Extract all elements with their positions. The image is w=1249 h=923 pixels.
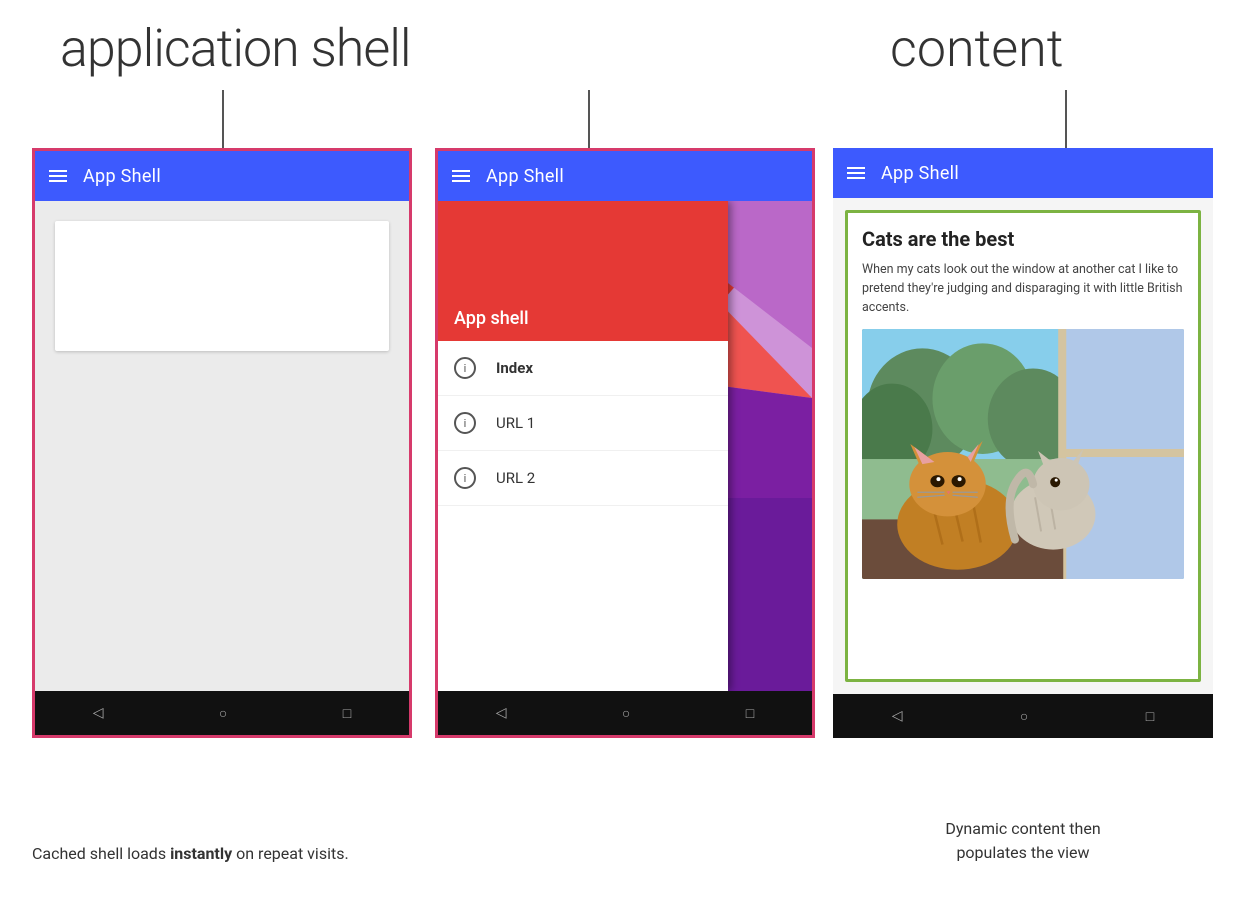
drawer-label-url1: URL 1 — [496, 414, 535, 432]
drawer-items: i Index i URL 1 i URL 2 — [438, 341, 728, 691]
phone3-recent-icon: □ — [1146, 708, 1154, 725]
phone-1: App Shell ◁ ○ □ — [32, 148, 412, 738]
cat-image — [862, 329, 1184, 579]
phone3-hamburger-icon — [847, 167, 865, 179]
recent-icon: □ — [343, 705, 351, 722]
drawer-item-index: i Index — [438, 341, 728, 396]
label-content: content — [890, 18, 1064, 79]
phone1-content — [35, 201, 409, 691]
drawer-header: App shell — [438, 201, 728, 341]
caption-left-bold: instantly — [170, 844, 232, 863]
caption-left-part1: Cached shell loads — [32, 844, 170, 863]
phone-3: App Shell Cats are the best When my cats… — [833, 148, 1213, 738]
info-icon-url2: i — [454, 467, 476, 489]
phone3-content: Cats are the best When my cats look out … — [833, 198, 1213, 694]
phone2-app-bar: App Shell — [438, 151, 812, 201]
phone-2: App Shell App shell — [435, 148, 815, 738]
label-application-shell: application shell — [60, 18, 411, 79]
phone2-overlay: App shell i Index i URL 1 i URL 2 — [438, 201, 812, 691]
phone1-nav-bar: ◁ ○ □ — [35, 691, 409, 735]
content-text: When my cats look out the window at anot… — [862, 261, 1184, 317]
arrow-center — [588, 90, 590, 155]
placeholder-card — [55, 221, 389, 351]
phone3-nav-bar: ◁ ○ □ — [833, 694, 1213, 738]
phone2-hamburger-icon — [452, 170, 470, 182]
drawer-label-url2: URL 2 — [496, 469, 535, 487]
info-icon-url1: i — [454, 412, 476, 434]
phone3-home-icon: ○ — [1020, 708, 1028, 725]
home-icon: ○ — [219, 705, 227, 722]
arrow-left — [222, 90, 224, 155]
caption-left: Cached shell loads instantly on repeat v… — [32, 843, 412, 865]
caption-right-line2: populates the view — [956, 843, 1089, 862]
phone2-home-icon: ○ — [622, 705, 630, 722]
phone3-app-bar: App Shell — [833, 148, 1213, 198]
arrow-right — [1065, 90, 1067, 155]
phone2-recent-icon: □ — [746, 705, 754, 722]
phone3-back-icon: ◁ — [892, 708, 903, 724]
caption-right-line1: Dynamic content then — [945, 819, 1100, 838]
phone2-back-icon: ◁ — [496, 705, 507, 721]
phone1-app-bar: App Shell — [35, 151, 409, 201]
drawer-header-title: App shell — [454, 308, 529, 329]
back-icon: ◁ — [93, 705, 104, 721]
phone2-nav-bar: ◁ ○ □ — [438, 691, 812, 735]
drawer-label-index: Index — [496, 359, 533, 377]
main-container: application shell content App Shell ◁ ○ … — [0, 0, 1249, 923]
info-icon-index: i — [454, 357, 476, 379]
content-title: Cats are the best — [862, 227, 1184, 251]
phone2-app-title: App Shell — [486, 166, 564, 187]
drawer-item-url1: i URL 1 — [438, 396, 728, 451]
hamburger-icon — [49, 170, 67, 182]
phone3-app-title: App Shell — [881, 163, 959, 184]
drawer-panel: App shell i Index i URL 1 i URL 2 — [438, 201, 728, 691]
content-card: Cats are the best When my cats look out … — [845, 210, 1201, 682]
drawer-item-url2: i URL 2 — [438, 451, 728, 506]
caption-right: Dynamic content then populates the view — [833, 817, 1213, 865]
caption-left-part2: on repeat visits. — [232, 844, 349, 863]
phone1-app-title: App Shell — [83, 166, 161, 187]
